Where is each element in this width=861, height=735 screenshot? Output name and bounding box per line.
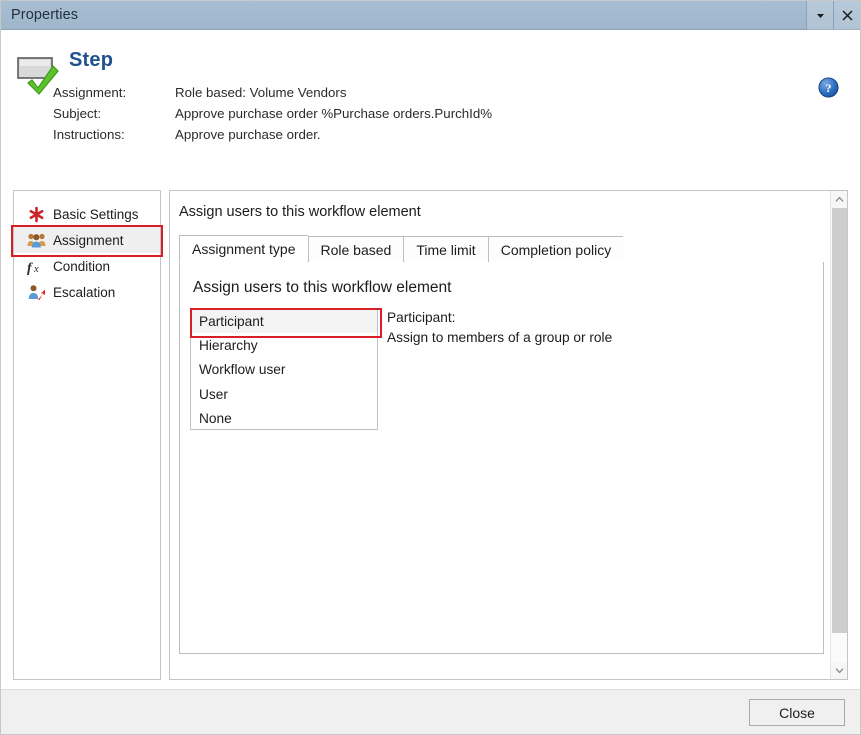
list-item-label: Participant	[199, 313, 264, 329]
list-item-user[interactable]: User	[191, 382, 377, 406]
sidebar-item-assignment[interactable]: Assignment	[11, 225, 163, 257]
tab-bar: Assignment type Role based Time limit Co…	[179, 235, 824, 263]
sidebar-item-label: Escalation	[53, 284, 116, 300]
list-item-workflow-user[interactable]: Workflow user	[191, 358, 377, 382]
list-item-label: None	[199, 411, 232, 427]
list-item-participant[interactable]: Participant	[190, 307, 382, 339]
close-window-button[interactable]	[833, 1, 860, 30]
chevron-up-icon	[835, 196, 844, 202]
svg-text:x: x	[33, 264, 39, 275]
tab-label: Completion policy	[500, 241, 612, 258]
list-item-label: Workflow user	[199, 362, 286, 378]
user-arrow-icon	[26, 282, 46, 302]
settings-nav-list: Basic Settings Assignment f x Condition …	[11, 191, 163, 305]
scrollbar-thumb[interactable]	[832, 208, 847, 633]
help-question-icon[interactable]: ?	[818, 77, 839, 98]
meta-label-subject: Subject:	[53, 106, 102, 121]
meta-label-instructions: Instructions:	[53, 127, 125, 142]
fx-function-icon: f x	[26, 256, 46, 276]
dialog-header: Step Assignment: Role based: Volume Vend…	[1, 30, 860, 185]
settings-nav-panel: Basic Settings Assignment f x Condition …	[11, 190, 163, 680]
list-item-label: Hierarchy	[199, 338, 258, 354]
content-vertical-scrollbar[interactable]	[830, 191, 847, 679]
sidebar-item-condition[interactable]: f x Condition	[14, 253, 160, 279]
assignment-content-panel: Assign users to this workflow element As…	[169, 190, 848, 680]
scrollbar-track[interactable]	[831, 208, 847, 662]
scroll-up-button[interactable]	[831, 191, 847, 208]
option-description: Participant: Assign to members of a grou…	[387, 308, 787, 348]
meta-label-assignment: Assignment:	[53, 85, 127, 100]
dialog-body: Basic Settings Assignment f x Condition …	[1, 157, 860, 689]
tab-assignment-type[interactable]: Assignment type	[179, 235, 308, 263]
page-title: Step	[69, 49, 114, 71]
option-description-title: Participant:	[387, 310, 456, 325]
list-item-none[interactable]: None	[191, 407, 377, 431]
tab-role-based[interactable]: Role based	[307, 236, 404, 263]
window-titlebar: Properties	[1, 1, 860, 30]
scroll-down-button[interactable]	[831, 662, 847, 679]
chevron-down-icon	[816, 14, 824, 18]
sidebar-item-escalation[interactable]: Escalation	[14, 279, 160, 305]
svg-text:?: ?	[826, 81, 832, 95]
meta-row: Assignment: Role based: Volume Vendors	[53, 82, 492, 103]
tab-completion-policy[interactable]: Completion policy	[487, 236, 624, 263]
tab-label: Time limit	[416, 241, 476, 258]
tab-label: Assignment type	[192, 241, 296, 257]
window-menu-dropdown-button[interactable]	[806, 1, 833, 30]
svg-text:f: f	[27, 261, 33, 275]
asterisk-icon	[26, 204, 46, 224]
chevron-down-icon	[835, 668, 844, 674]
assignment-type-listbox[interactable]: Participant Hierarchy Workflow user User…	[190, 307, 382, 431]
close-button[interactable]: Close	[749, 699, 845, 726]
window-title: Properties	[11, 7, 79, 23]
list-item-hierarchy[interactable]: Hierarchy	[191, 333, 377, 357]
assignment-type-tab-panel: Assign users to this workflow element Pa…	[179, 262, 824, 654]
meta-value-subject: Approve purchase order %Purchase orders.…	[175, 106, 493, 121]
window-controls	[806, 1, 860, 30]
content-heading: Assign users to this workflow element	[179, 204, 421, 220]
tab-label: Role based	[320, 241, 392, 258]
close-icon	[841, 10, 853, 21]
properties-dialog: Properties Step Assignment: Role based: …	[0, 0, 861, 735]
sidebar-item-label: Basic Settings	[53, 206, 139, 222]
list-item-label: User	[199, 386, 228, 402]
sidebar-item-label: Condition	[53, 258, 111, 274]
dialog-footer: Close	[1, 689, 860, 734]
sidebar-item-label: Assignment	[53, 232, 124, 248]
tab-strip-filler	[623, 236, 824, 263]
meta-row: Subject: Approve purchase order %Purchas…	[53, 103, 492, 124]
meta-row: Instructions: Approve purchase order.	[53, 124, 492, 145]
sidebar-item-basic-settings[interactable]: Basic Settings	[14, 201, 160, 227]
tab-panel-heading: Assign users to this workflow element	[193, 279, 452, 296]
option-description-text: Assign to members of a group or role	[387, 330, 613, 345]
meta-value-assignment: Role based: Volume Vendors	[175, 85, 347, 100]
meta-value-instructions: Approve purchase order.	[175, 127, 321, 142]
header-meta-list: Assignment: Role based: Volume Vendors S…	[53, 82, 492, 145]
users-group-icon	[26, 230, 46, 250]
tab-time-limit[interactable]: Time limit	[403, 236, 488, 263]
